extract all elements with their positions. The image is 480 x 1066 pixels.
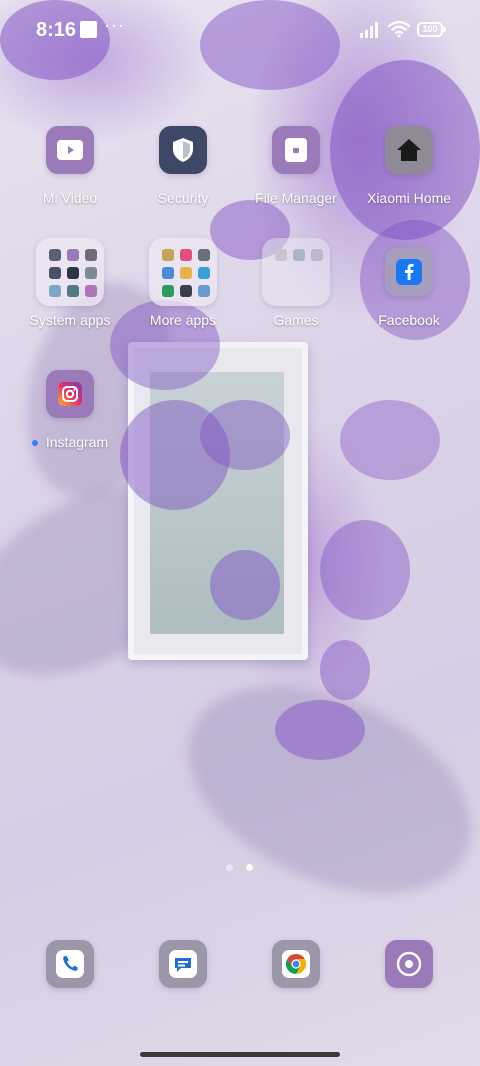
app-label: Facebook <box>378 312 440 328</box>
shield-icon <box>159 126 207 174</box>
app-label: Security <box>157 190 209 206</box>
clock: 8:16 <box>36 19 77 41</box>
facebook-icon <box>385 248 433 296</box>
more-notifications-icon: ··· <box>104 15 125 35</box>
camera-icon <box>385 940 433 988</box>
app-security[interactable]: Security <box>133 126 233 206</box>
page-indicator[interactable] <box>226 864 256 872</box>
wifi-icon <box>388 20 410 38</box>
app-file-manager[interactable]: File Manager <box>246 126 346 206</box>
folder-grid-icon <box>262 238 330 306</box>
app-facebook[interactable]: Facebook <box>359 248 459 328</box>
messages-icon <box>159 940 207 988</box>
battery-icon: 100 <box>417 22 446 37</box>
folder-games[interactable]: Games <box>246 238 346 328</box>
phone-icon <box>46 940 94 988</box>
app-label: Xiaomi Home <box>366 190 452 206</box>
page-dot-1[interactable] <box>226 864 233 871</box>
app-mi-video[interactable]: Mi Video <box>20 126 120 206</box>
folder-system-apps[interactable]: System apps <box>20 238 120 328</box>
signal-icon <box>360 22 378 38</box>
folder-grid-icon <box>36 238 104 306</box>
dock-phone[interactable] <box>20 940 120 988</box>
app-label-row: Instagram <box>20 434 120 450</box>
house-icon <box>385 126 433 174</box>
app-instagram[interactable]: Instagram <box>20 370 120 450</box>
notification-icon <box>80 21 97 38</box>
dock-messages[interactable] <box>133 940 233 988</box>
app-label: System apps <box>29 312 111 328</box>
dock-camera[interactable] <box>359 940 459 988</box>
play-icon <box>46 126 94 174</box>
instagram-icon <box>46 370 94 418</box>
app-label: Mi Video <box>42 190 98 206</box>
home-gesture-bar[interactable] <box>140 1052 340 1057</box>
app-label: More apps <box>149 312 217 328</box>
page-dot-2-active[interactable] <box>246 864 253 871</box>
status-bar: 8:16 ··· 100 <box>0 0 480 60</box>
app-label: Instagram <box>45 434 109 450</box>
folder-more-apps[interactable]: More apps <box>133 238 233 328</box>
new-app-indicator <box>31 440 38 447</box>
app-xiaomi-home[interactable]: Xiaomi Home <box>359 126 459 206</box>
dock-chrome[interactable] <box>246 940 346 988</box>
app-label: Games <box>273 312 319 328</box>
folder-grid-icon <box>149 238 217 306</box>
folder-icon <box>272 126 320 174</box>
app-label: File Manager <box>255 190 337 206</box>
chrome-icon <box>272 940 320 988</box>
